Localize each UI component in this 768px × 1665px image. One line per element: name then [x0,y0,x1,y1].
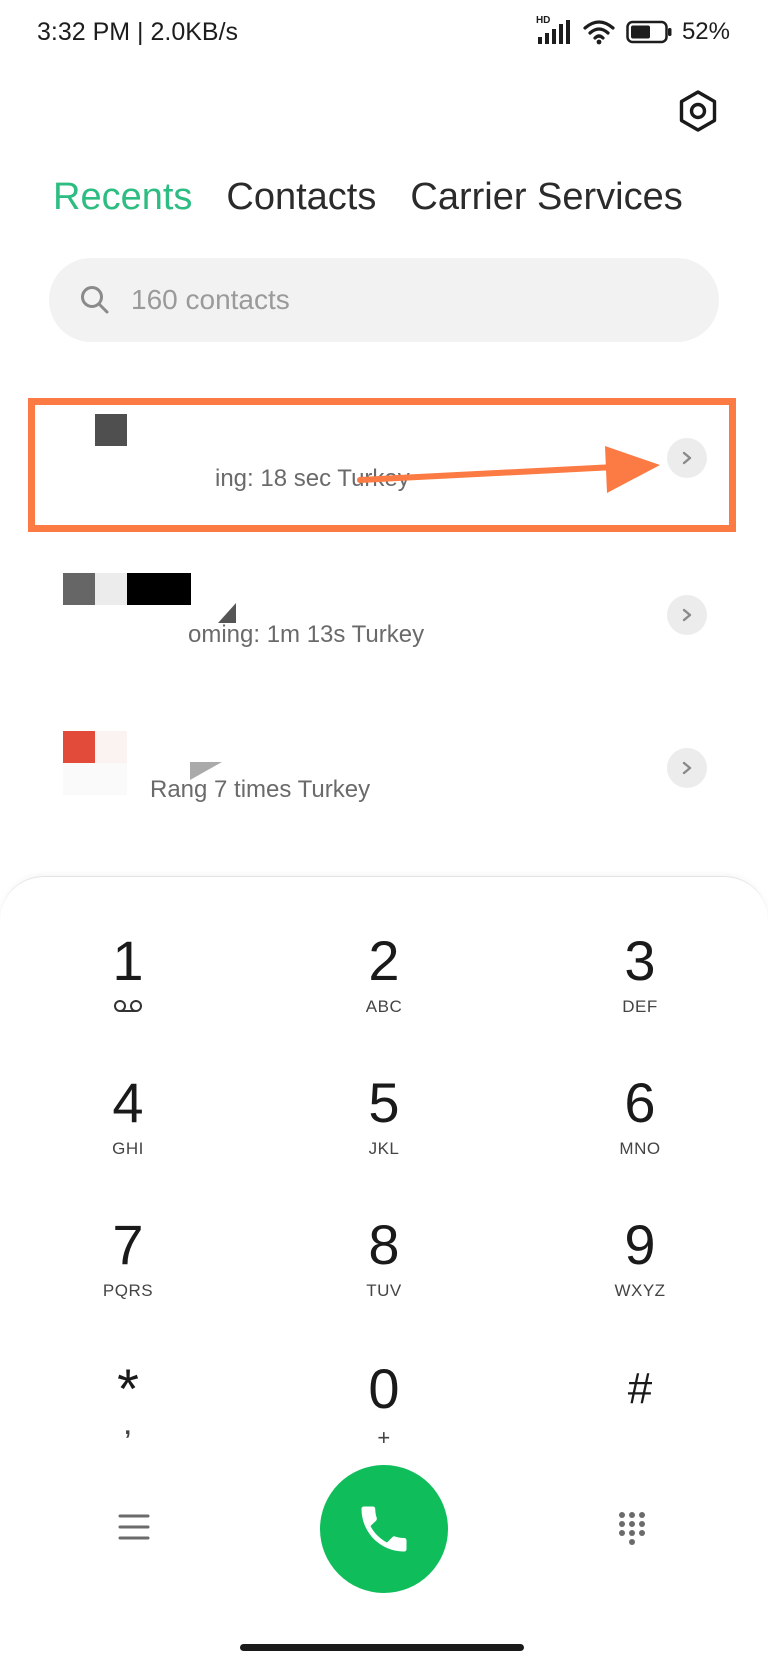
key-letters: MNO [619,1139,661,1158]
dial-key-9[interactable]: 9 WXYZ [550,1213,730,1333]
redacted-name [95,731,127,763]
key-letters: GHI [112,1139,144,1158]
key-digit: 7 [112,1213,144,1276]
call-log-item[interactable]: Rang 7 times Turkey [0,710,768,850]
status-time: 3:32 PM | 2.0KB/s [37,18,239,46]
key-digit: 3 [624,929,656,992]
settings-icon [679,90,717,132]
battery-percentage: 52% [681,18,730,45]
key-digit: 2 [368,929,400,992]
key-letters: PQRS [102,1281,154,1300]
tab-carrier-services[interactable]: Carrier Services [410,176,682,219]
call-log-detail: oming: 1m 13s Turkey [188,621,425,648]
dial-key-star[interactable]: * , [38,1357,218,1477]
key-letters: TUV [366,1281,402,1300]
search-bar[interactable]: 160 contacts [49,258,719,342]
annotation-arrow [357,446,660,493]
dial-key-1[interactable]: 1 [38,929,218,1049]
phone-icon [361,1506,407,1552]
call-log-detail: Rang 7 times Turkey [150,776,371,803]
call-button[interactable] [320,1465,448,1593]
dial-key-4[interactable]: 4 GHI [38,1071,218,1191]
redacted-name [63,763,127,795]
key-digit: 0 [368,1357,400,1420]
key-digit: 6 [624,1071,656,1134]
tab-contacts[interactable]: Contacts [226,176,376,219]
battery-icon [626,20,672,44]
redacted-name [63,573,95,605]
call-details-button[interactable] [667,595,707,635]
menu-button[interactable] [118,1512,150,1542]
home-indicator[interactable] [240,1644,524,1651]
dial-key-0[interactable]: 0 + [294,1357,474,1477]
tab-bar: Recents Contacts Carrier Services [53,176,683,219]
key-digit: 9 [624,1213,656,1276]
redacted-name [95,573,127,605]
call-details-button[interactable] [667,748,707,788]
key-digit: # [627,1364,653,1413]
dialpad-icon [619,1512,645,1545]
dial-key-6[interactable]: 6 MNO [550,1071,730,1191]
key-letters: ABC [365,997,403,1016]
dial-key-2[interactable]: 2 ABC [294,929,474,1049]
key-letters: WXYZ [614,1281,666,1300]
status-bar: 3:32 PM | 2.0KB/s HD 52% [0,0,768,70]
redacted-name [127,573,191,605]
key-letters: JKL [368,1139,400,1158]
key-digit: 1 [112,929,144,992]
menu-icon [118,1514,150,1540]
redacted-name [63,731,95,763]
search-icon [81,286,109,314]
key-letters: + [377,1425,391,1450]
dialpad-toggle-button[interactable] [617,1510,647,1546]
key-digit: * [117,1357,139,1420]
dial-key-8[interactable]: 8 TUV [294,1213,474,1333]
key-digit: 4 [112,1071,144,1134]
chevron-right-icon [682,608,692,622]
voicemail-icon [114,1000,142,1012]
status-icons: HD 52% [536,15,730,46]
search-placeholder: 160 contacts [131,284,290,315]
key-digit: 5 [368,1071,400,1134]
dial-key-5[interactable]: 5 JKL [294,1071,474,1191]
key-letters: DEF [622,997,658,1016]
signal-icon: HD [536,15,572,45]
dial-key-hash[interactable]: # [550,1357,730,1477]
dial-key-3[interactable]: 3 DEF [550,929,730,1049]
dial-key-7[interactable]: 7 PQRS [38,1213,218,1333]
tab-recents[interactable]: Recents [53,176,192,219]
redacted-name [218,603,236,623]
settings-button[interactable] [675,88,721,134]
chevron-right-icon [682,761,692,775]
call-log-item[interactable]: oming: 1m 13s Turkey [0,555,768,695]
key-digit: 8 [368,1213,400,1276]
key-letters: , [124,1413,132,1440]
wifi-icon [583,20,615,45]
